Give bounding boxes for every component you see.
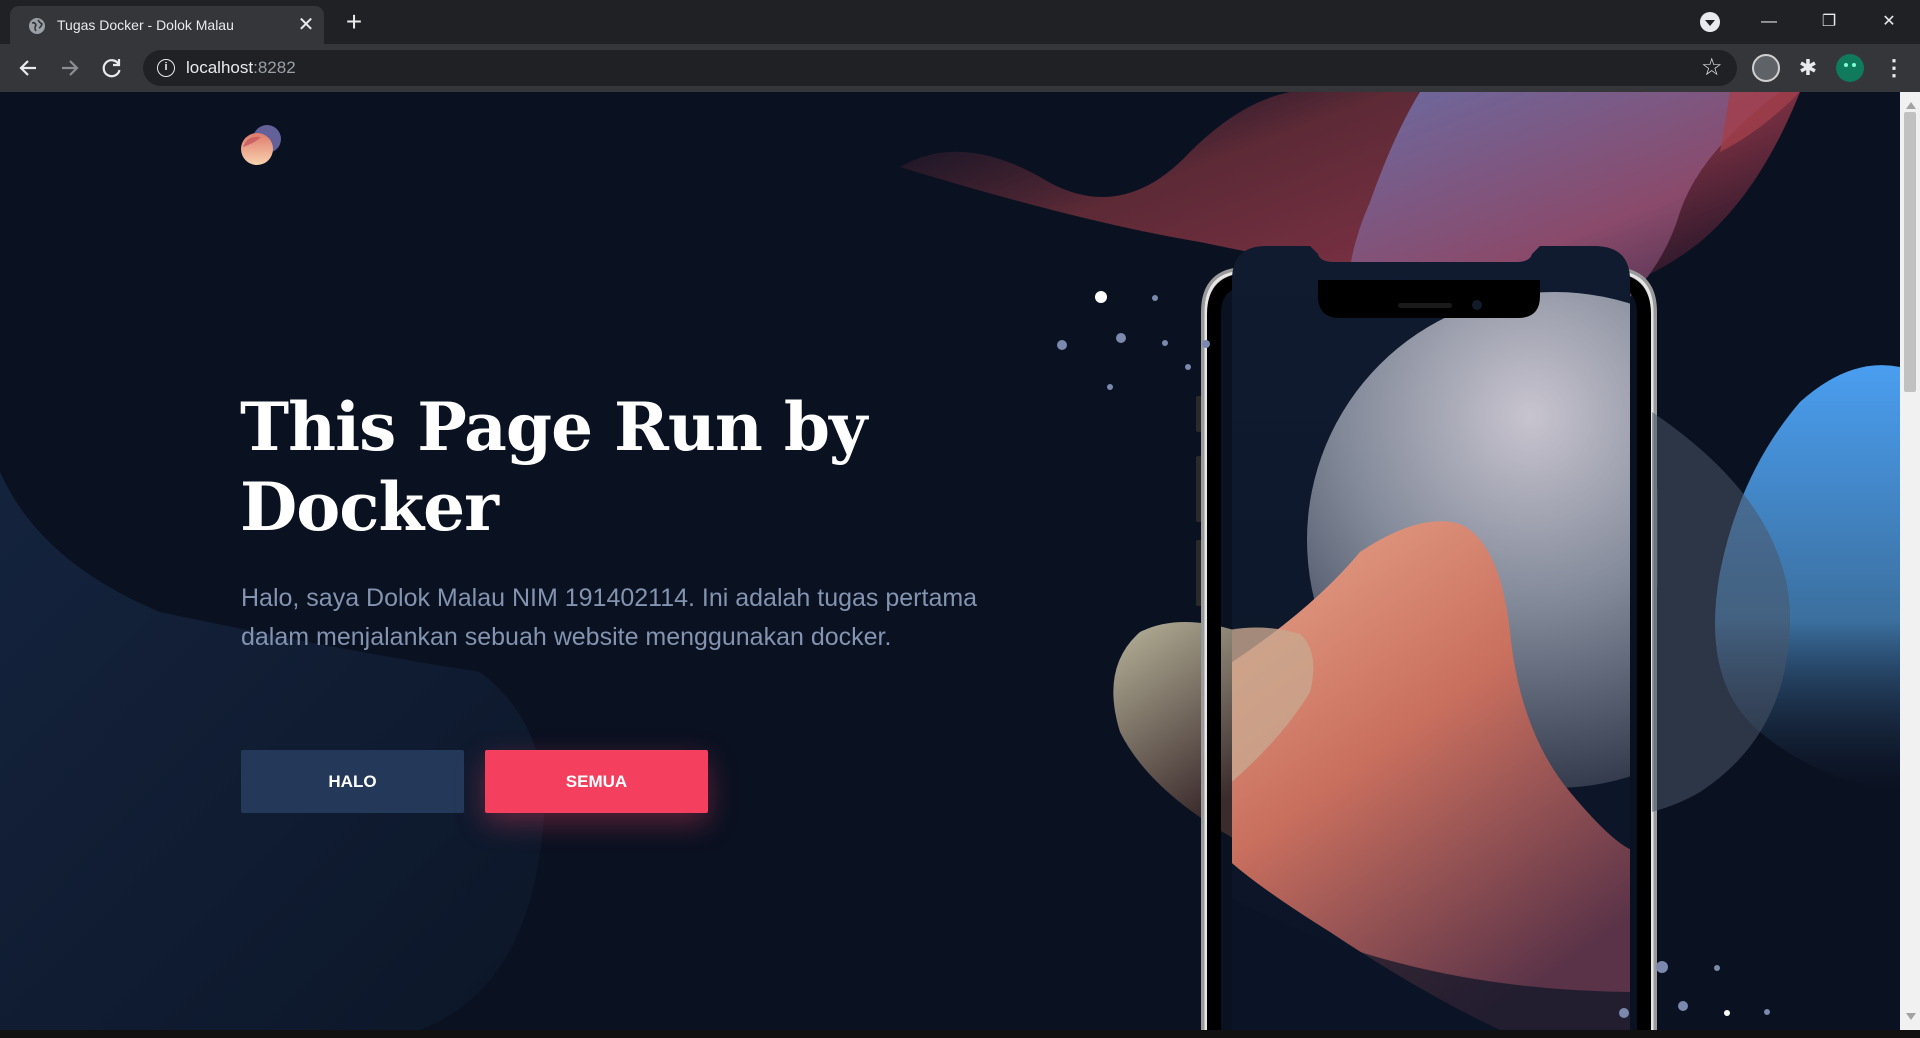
scroll-thumb[interactable] — [1904, 112, 1916, 392]
globe-icon — [29, 18, 45, 34]
new-tab-button[interactable]: + — [339, 8, 369, 38]
profile-avatar[interactable] — [1836, 54, 1864, 82]
address-bar[interactable]: i localhost:8282 ☆ — [143, 50, 1737, 86]
close-tab-icon[interactable]: ✕ — [294, 13, 318, 37]
back-icon[interactable] — [12, 52, 44, 84]
reload-icon[interactable] — [96, 52, 128, 84]
phone-mockup — [1196, 246, 1791, 1030]
page-title: This Page Run by Docker — [240, 388, 867, 546]
tab-search-icon[interactable] — [1700, 12, 1720, 32]
page-scrollbar[interactable] — [1900, 92, 1920, 1030]
browser-toolbar: i localhost:8282 ☆ ✱ ⋮ — [0, 44, 1920, 92]
semua-button[interactable]: SEMUA — [485, 750, 708, 813]
bottom-edge — [0, 1030, 1920, 1038]
scroll-down-arrow-icon[interactable] — [1906, 1013, 1916, 1020]
intro-text: Halo, saya Dolok Malau NIM 191402114. In… — [241, 584, 978, 651]
halo-button[interactable]: HALO — [241, 750, 464, 813]
tab-title: Tugas Docker - Dolok Malau — [57, 17, 234, 33]
tab-strip: Tugas Docker - Dolok Malau ✕ + — ❐ ✕ — [0, 0, 1920, 44]
info-icon[interactable]: i — [157, 59, 175, 77]
minimize-button[interactable]: — — [1746, 4, 1792, 40]
forward-icon[interactable] — [54, 52, 86, 84]
close-window-button[interactable]: ✕ — [1866, 4, 1912, 40]
browser-tab[interactable]: Tugas Docker - Dolok Malau ✕ — [10, 6, 324, 44]
hero-background — [0, 92, 1900, 1030]
scroll-up-arrow-icon[interactable] — [1906, 102, 1916, 109]
site-logo[interactable] — [239, 123, 285, 169]
restore-button[interactable]: ❐ — [1806, 4, 1852, 40]
star-icon[interactable]: ☆ — [1701, 54, 1723, 82]
page-viewport: This Page Run by Docker Halo, saya Dolok… — [0, 92, 1900, 1030]
menu-icon[interactable]: ⋮ — [1880, 54, 1908, 82]
url-text[interactable]: localhost:8282 — [186, 58, 296, 78]
extensions-icon[interactable]: ✱ — [1794, 54, 1822, 82]
extension-globe-icon[interactable] — [1752, 54, 1780, 82]
